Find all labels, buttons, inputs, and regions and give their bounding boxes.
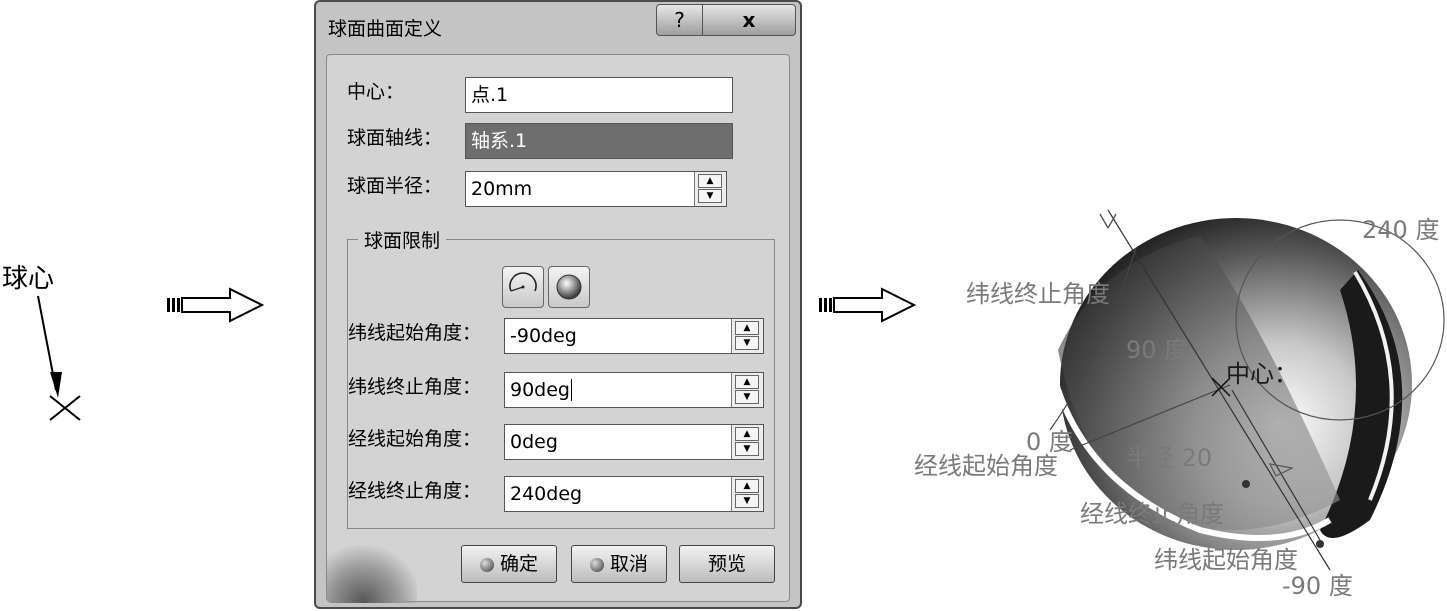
sphere-limits-group: 球面限制 纬线起始角度： -90deg ▲ ▼ 纬线终止角度： 90deg ▲ … bbox=[347, 226, 775, 529]
dialog-title: 球面曲面定义 bbox=[328, 18, 443, 40]
lat-start-field[interactable]: -90deg ▲ ▼ bbox=[504, 318, 764, 354]
spin-down-icon[interactable]: ▼ bbox=[735, 336, 759, 350]
preview-button[interactable]: 预览 bbox=[679, 545, 775, 583]
lon-start-field[interactable]: 0deg ▲ ▼ bbox=[504, 424, 764, 460]
ok-led-icon bbox=[479, 557, 494, 572]
spin-up-icon[interactable]: ▲ bbox=[735, 479, 759, 493]
dialog-client: 中心： 点.1 球面轴线： 轴系.1 球面半径： 20mm ▲ ▼ 球面限制 纬… bbox=[326, 54, 790, 603]
lat-start-label: 纬线起始角度： bbox=[348, 322, 482, 344]
ok-button[interactable]: 确定 bbox=[461, 545, 557, 583]
center-label: 中心： bbox=[347, 81, 405, 103]
partial-sphere-button[interactable] bbox=[502, 266, 544, 308]
full-sphere-button[interactable] bbox=[548, 266, 590, 308]
label-90-deg: 90 度 bbox=[1126, 336, 1189, 364]
close-button[interactable]: x bbox=[703, 5, 795, 35]
title-buttons: ? x bbox=[656, 4, 796, 36]
lon-end-label: 经线终止角度： bbox=[348, 480, 482, 502]
spin-up-icon[interactable]: ▲ bbox=[735, 375, 759, 389]
axis-field[interactable]: 轴系.1 bbox=[465, 123, 733, 159]
center-field[interactable]: 点.1 bbox=[465, 77, 733, 113]
label-lon-end: 经线终止角度 bbox=[1080, 500, 1224, 528]
spin-down-icon[interactable]: ▼ bbox=[735, 442, 759, 456]
lat-end-value: 90deg bbox=[510, 379, 570, 401]
spin-down-icon[interactable]: ▼ bbox=[735, 390, 759, 404]
cancel-led-icon bbox=[589, 557, 604, 572]
ok-label: 确定 bbox=[499, 553, 538, 575]
lat-start-value: -90deg bbox=[510, 325, 577, 347]
lat-end-spinner[interactable]: ▲ ▼ bbox=[731, 373, 763, 407]
spin-up-icon[interactable]: ▲ bbox=[698, 174, 722, 188]
lat-end-field[interactable]: 90deg ▲ ▼ bbox=[504, 372, 764, 408]
partial-sphere-icon bbox=[509, 272, 537, 292]
lat-start-spinner[interactable]: ▲ ▼ bbox=[731, 319, 763, 353]
lon-start-label: 经线起始角度： bbox=[348, 428, 482, 450]
sphere-surface-dialog: 球面曲面定义 ? x 中心： 点.1 球面轴线： 轴系.1 球面半径： 20mm… bbox=[314, 0, 802, 609]
preview-label: 预览 bbox=[707, 553, 746, 575]
spin-down-icon[interactable]: ▼ bbox=[698, 189, 722, 203]
radius-value: 20mm bbox=[471, 178, 533, 200]
radius-label: 球面半径： bbox=[347, 175, 443, 197]
spin-up-icon[interactable]: ▲ bbox=[735, 427, 759, 441]
label-neg90-deg: -90 度 bbox=[1282, 572, 1353, 600]
sphere-limits-title: 球面限制 bbox=[358, 226, 447, 253]
label-lat-start: 纬线起始角度 bbox=[1154, 546, 1298, 574]
label-lon-start: 经线起始角度 bbox=[914, 452, 1058, 480]
lon-start-spinner[interactable]: ▲ ▼ bbox=[731, 425, 763, 459]
lon-end-field[interactable]: 240deg ▲ ▼ bbox=[504, 476, 764, 512]
cancel-label: 取消 bbox=[609, 553, 648, 575]
full-sphere-icon bbox=[556, 274, 582, 300]
lon-end-spinner[interactable]: ▲ ▼ bbox=[731, 477, 763, 511]
lat-end-label: 纬线终止角度： bbox=[348, 376, 482, 398]
help-button[interactable]: ? bbox=[657, 5, 703, 35]
lon-end-value: 240deg bbox=[510, 483, 583, 505]
label-center: 中心： bbox=[1226, 360, 1298, 388]
center-arrow-icon bbox=[37, 295, 81, 421]
radius-spinner[interactable]: ▲ ▼ bbox=[694, 172, 726, 206]
lon-start-value: 0deg bbox=[510, 431, 558, 453]
spin-up-icon[interactable]: ▲ bbox=[735, 321, 759, 335]
axis-label: 球面轴线： bbox=[347, 127, 443, 149]
radius-field[interactable]: 20mm ▲ ▼ bbox=[465, 171, 727, 207]
label-240-deg: 240 度 bbox=[1362, 216, 1440, 244]
cancel-button[interactable]: 取消 bbox=[571, 545, 667, 583]
corner-decoration bbox=[327, 545, 417, 603]
text-cursor bbox=[571, 379, 572, 401]
spin-down-icon[interactable]: ▼ bbox=[735, 494, 759, 508]
label-radius: 半径 20 bbox=[1126, 444, 1213, 472]
label-lat-end: 纬线终止角度 bbox=[966, 280, 1110, 308]
flow-arrow-icon bbox=[167, 287, 265, 323]
title-bar: 球面曲面定义 ? x bbox=[316, 2, 800, 54]
